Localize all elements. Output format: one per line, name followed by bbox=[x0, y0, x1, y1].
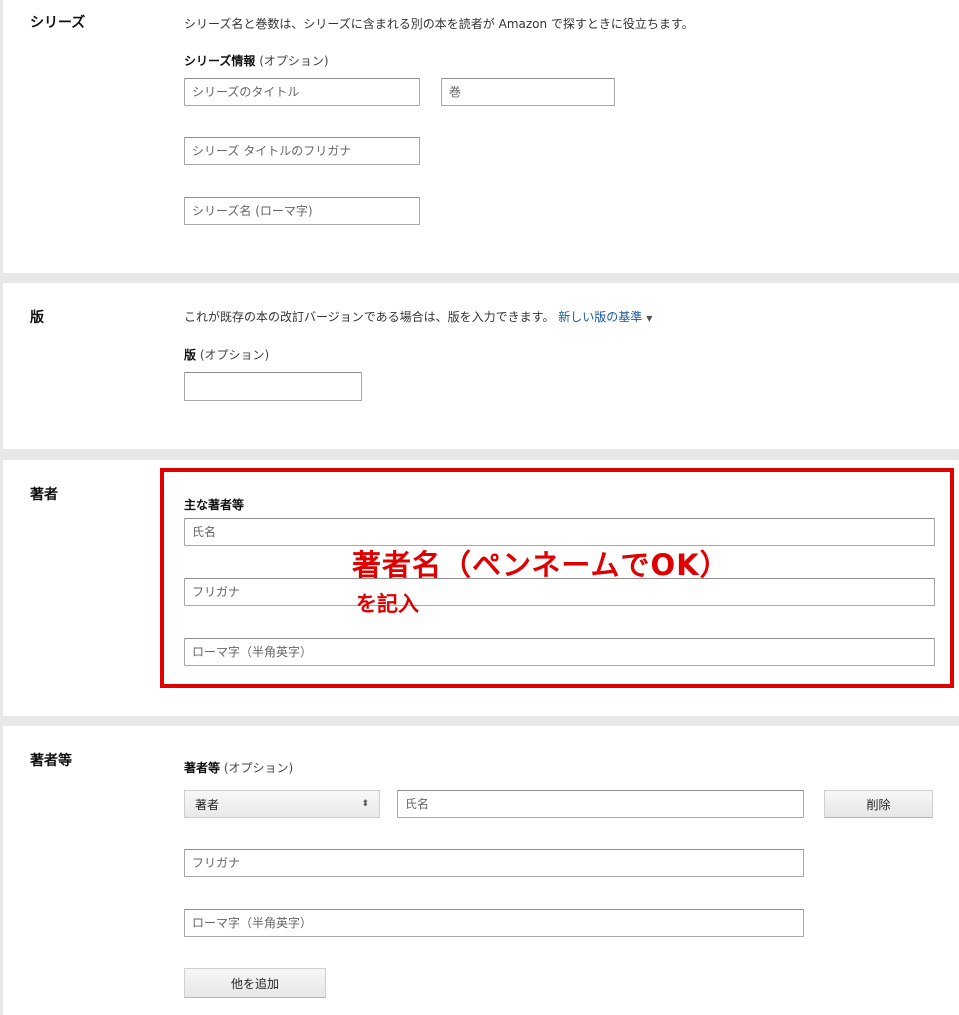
select-arrows-icon: ⬍ bbox=[361, 799, 369, 809]
contributors-label-text: 著者等 bbox=[184, 761, 221, 775]
edition-input[interactable] bbox=[184, 372, 362, 401]
edition-description-text: これが既存の本の改訂バージョンである場合は、版を入力できます。 bbox=[184, 310, 555, 324]
caret-down-icon: ▼ bbox=[646, 314, 653, 323]
series-info-label: シリーズ情報 (オプション) bbox=[184, 52, 329, 69]
annotation-sub-text: を記入 bbox=[356, 592, 419, 616]
series-description: シリーズ名と巻数は、シリーズに含まれる別の本を読者が Amazon で探すときに… bbox=[184, 17, 694, 31]
author-section-title: 著者 bbox=[30, 487, 58, 503]
add-contributor-button[interactable]: 他を追加 bbox=[184, 968, 326, 998]
series-volume-input[interactable] bbox=[441, 78, 615, 106]
series-section-title: シリーズ bbox=[30, 15, 86, 31]
edition-criteria-link-label: 新しい版の基準 bbox=[558, 310, 643, 324]
edition-criteria-link[interactable]: 新しい版の基準 ▼ bbox=[558, 310, 652, 324]
edition-label: 版 (オプション) bbox=[184, 346, 269, 363]
edition-section: 版 これが既存の本の改訂バージョンである場合は、版を入力できます。 新しい版の基… bbox=[3, 283, 959, 449]
contributor-romaji-input[interactable] bbox=[184, 909, 804, 937]
contributors-section: 著者等 著者等 (オプション) 著者 ⬍ 削除 他を追加 bbox=[3, 726, 959, 1015]
series-title-input[interactable] bbox=[184, 78, 420, 106]
annotation-main-text: 著者名（ペンネームでOK） bbox=[352, 548, 730, 582]
edition-description: これが既存の本の改訂バージョンである場合は、版を入力できます。 新しい版の基準 ▼ bbox=[184, 308, 652, 325]
series-romaji-input[interactable] bbox=[184, 197, 420, 225]
edition-label-text: 版 bbox=[184, 348, 197, 362]
contributor-role-select[interactable]: 著者 ⬍ bbox=[184, 790, 380, 818]
contributor-furigana-input[interactable] bbox=[184, 849, 804, 877]
contributors-section-title: 著者等 bbox=[30, 753, 72, 769]
contributor-name-input[interactable] bbox=[397, 790, 804, 818]
series-info-label-text: シリーズ情報 bbox=[184, 54, 256, 68]
edition-optional: (オプション) bbox=[199, 348, 270, 362]
series-section: シリーズ シリーズ名と巻数は、シリーズに含まれる別の本を読者が Amazon で… bbox=[3, 0, 959, 273]
edition-section-title: 版 bbox=[30, 310, 44, 326]
contributors-label: 著者等 (オプション) bbox=[184, 759, 293, 776]
series-info-optional: (オプション) bbox=[259, 54, 329, 68]
contributors-optional: (オプション) bbox=[223, 761, 294, 775]
delete-contributor-button[interactable]: 削除 bbox=[824, 790, 933, 818]
series-furigana-input[interactable] bbox=[184, 137, 420, 165]
contributor-role-value: 著者 bbox=[195, 797, 220, 812]
